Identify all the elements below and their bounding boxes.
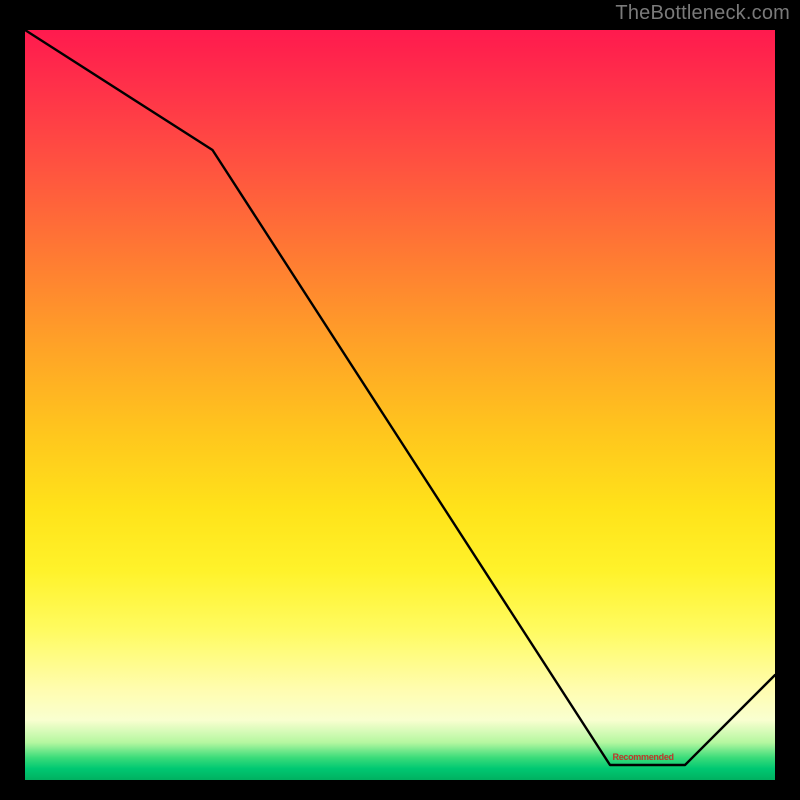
chart-stage: TheBottleneck.com Recommended <box>0 0 800 800</box>
plot-area: Recommended <box>20 25 780 785</box>
watermark-text: TheBottleneck.com <box>615 2 790 25</box>
recommended-annotation: Recommended <box>613 752 674 762</box>
bottleneck-curve-line <box>25 30 775 780</box>
